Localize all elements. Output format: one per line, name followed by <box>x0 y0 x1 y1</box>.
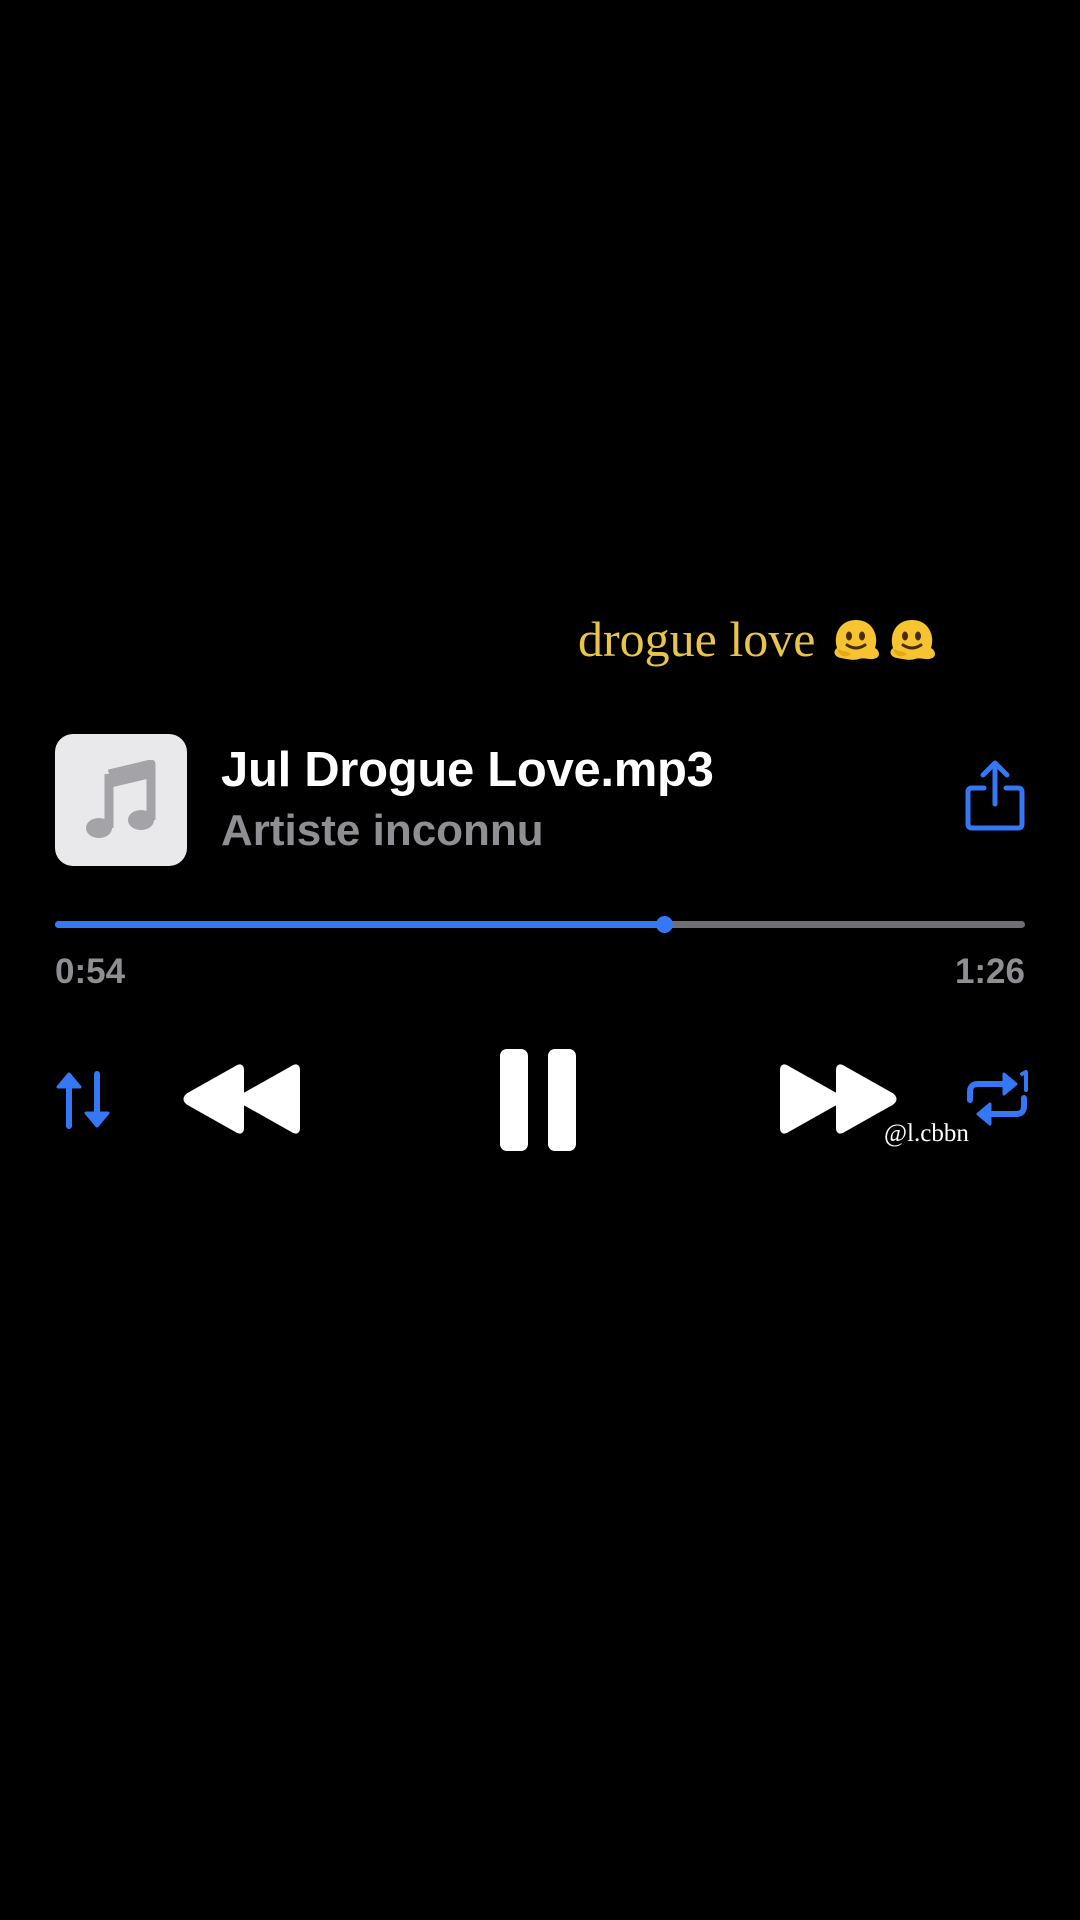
shuffle-button[interactable] <box>55 1070 111 1130</box>
progress-knob[interactable] <box>656 916 674 933</box>
repeat-icon <box>967 1070 1028 1126</box>
share-icon <box>965 760 1025 831</box>
progress-fill <box>55 921 665 928</box>
melting-face-icon <box>890 620 936 660</box>
caption-text: drogue love <box>578 611 816 667</box>
track-artist: Artiste inconnu <box>221 806 544 855</box>
caption: drogue love <box>578 606 939 672</box>
elapsed-time: 0:54 <box>55 952 126 991</box>
watermark: @l.cbbn <box>884 1120 969 1147</box>
pause-button[interactable] <box>498 1047 578 1153</box>
emoji-group <box>829 612 939 666</box>
share-button[interactable] <box>964 760 1026 832</box>
player-screen: drogue love Jul Drogue Love.mp3 Artiste … <box>0 0 1080 1920</box>
fast-forward-icon <box>780 1064 897 1134</box>
music-note-icon <box>86 760 156 838</box>
shuffle-icon <box>56 1071 110 1129</box>
pause-icon <box>500 1049 576 1151</box>
track-title: Jul Drogue Love.mp3 <box>221 743 714 797</box>
rewind-icon <box>183 1064 300 1134</box>
progress-slider[interactable] <box>55 910 1025 940</box>
repeat-button[interactable] <box>964 1070 1030 1128</box>
album-artwork <box>55 734 187 866</box>
melting-face-icon <box>834 620 880 660</box>
fast-forward-button[interactable] <box>778 1062 900 1136</box>
rewind-button[interactable] <box>180 1062 302 1136</box>
total-time: 1:26 <box>954 952 1025 991</box>
